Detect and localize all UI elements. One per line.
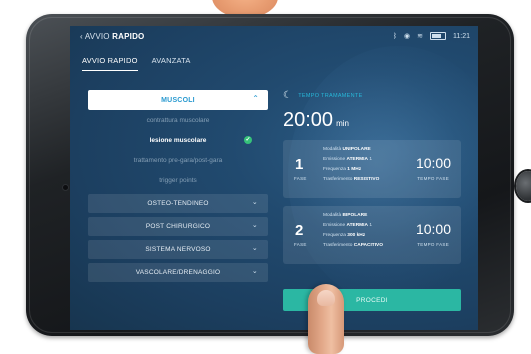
status-time: 11:21 bbox=[453, 32, 470, 40]
phase-card-1: 1 FASE Modalità UNIPOLARE Emissione ATER… bbox=[283, 140, 461, 198]
list-item-label: trigger points bbox=[159, 176, 197, 184]
check-icon: ✓ bbox=[244, 136, 252, 144]
mode-prefix: Modalità bbox=[323, 147, 342, 152]
emission-level: 1 bbox=[369, 223, 372, 228]
back-button[interactable]: ‹ AVVIO RAPIDO bbox=[80, 32, 144, 41]
category-label: VASCOLARE/DRENAGGIO bbox=[135, 269, 221, 276]
muscoli-dropdown[interactable]: MUSCOLI ⌃ bbox=[88, 90, 268, 110]
emission-level: 1 bbox=[369, 157, 372, 162]
phase-time: 10:00 bbox=[415, 221, 451, 237]
transfer-prefix: Trasferimento bbox=[323, 177, 353, 182]
mode-value: UNIPOLARE bbox=[342, 147, 371, 152]
phase-number-label: FASE bbox=[294, 176, 307, 181]
tab-avanzata[interactable]: AVANZATA bbox=[152, 56, 191, 71]
category-list: MUSCOLI ⌃ contrattura muscolare lesione … bbox=[88, 90, 268, 282]
finger-pointer bbox=[308, 284, 344, 354]
phase-details: Modalità BIPOLARE Emissione ATERMIA 1 Fr… bbox=[323, 211, 383, 251]
dropdown-label: MUSCOLI bbox=[161, 96, 195, 104]
phase-time: 10:00 bbox=[415, 155, 451, 171]
mode-prefix: Modalità bbox=[323, 213, 342, 218]
category-post-chirurgico[interactable]: POST CHIRURGICO ⌄ bbox=[88, 217, 268, 236]
freq-prefix: Frequenza bbox=[323, 233, 346, 238]
total-time: 20:00 min bbox=[283, 109, 461, 132]
record-icon: ◉ bbox=[404, 33, 411, 40]
emission-value: ATERMIA bbox=[346, 157, 368, 162]
proceed-label: PROCEDI bbox=[356, 296, 388, 304]
category-label: SISTEMA NERVOSO bbox=[145, 246, 211, 253]
total-time-header: ☾ TEMPO TRAMAMENTE bbox=[283, 90, 461, 101]
total-time-label: TEMPO TRAMAMENTE bbox=[298, 92, 363, 99]
transfer-value: RESISTIVO bbox=[353, 177, 380, 182]
freq-prefix: Frequenza bbox=[323, 167, 346, 172]
list-item-contrattura[interactable]: contrattura muscolare bbox=[88, 110, 268, 130]
total-time-unit: min bbox=[336, 119, 349, 128]
back-title: RAPIDO bbox=[112, 32, 145, 41]
chevron-down-icon: ⌄ bbox=[251, 199, 258, 206]
tab-avvio-rapido[interactable]: AVVIO RAPIDO bbox=[82, 56, 138, 71]
freq-value: 1 MHz bbox=[347, 167, 362, 172]
category-sistema-nervoso[interactable]: SISTEMA NERVOSO ⌄ bbox=[88, 240, 268, 259]
app-screen: ‹ AVVIO RAPIDO ᛒ ◉ ≋ 11:21 AVVIO RAPIDO … bbox=[70, 26, 478, 330]
moon-icon: ☾ bbox=[283, 90, 293, 101]
home-button[interactable] bbox=[516, 171, 531, 201]
category-osteo-tendineo[interactable]: OSTEO-TENDINEO ⌄ bbox=[88, 194, 268, 213]
category-label: OSTEO-TENDINEO bbox=[147, 200, 209, 207]
chevron-up-icon: ⌃ bbox=[252, 94, 259, 103]
phase-details: Modalità UNIPOLARE Emissione ATERMIA 1 F… bbox=[323, 145, 379, 185]
phase-card-2: 2 FASE Modalità BIPOLARE Emissione ATERM… bbox=[283, 206, 461, 264]
battery-icon bbox=[430, 32, 446, 40]
chevron-down-icon: ⌄ bbox=[251, 245, 258, 252]
chevron-down-icon: ⌄ bbox=[251, 222, 258, 229]
wifi-icon: ≋ bbox=[417, 33, 423, 40]
chevron-left-icon: ‹ bbox=[80, 32, 83, 41]
category-label: POST CHIRURGICO bbox=[145, 223, 211, 230]
fingernail bbox=[317, 290, 335, 306]
phase-number-label: FASE bbox=[294, 242, 307, 247]
list-item-label: contrattura muscolare bbox=[146, 116, 210, 124]
chevron-down-icon: ⌄ bbox=[251, 268, 258, 275]
camera-icon bbox=[63, 185, 68, 190]
back-prefix: AVVIO bbox=[84, 32, 110, 41]
freq-value: 300 kHz bbox=[347, 233, 366, 238]
list-item-trigger[interactable]: trigger points bbox=[88, 170, 268, 190]
mode-tabs: AVVIO RAPIDO AVANZATA bbox=[82, 56, 191, 71]
transfer-value: CAPACITIVO bbox=[353, 243, 383, 248]
emission-value: ATERMIA bbox=[346, 223, 368, 228]
transfer-prefix: Trasferimento bbox=[323, 243, 353, 248]
emission-prefix: Emissione bbox=[323, 157, 346, 162]
emission-prefix: Emissione bbox=[323, 223, 346, 228]
list-item-lesione[interactable]: lesione muscolare ✓ bbox=[88, 130, 268, 150]
phase-time-label: TEMPO FASE bbox=[417, 176, 449, 181]
list-item-label: trattamento pre-gara/post-gara bbox=[133, 156, 223, 164]
list-item-trattamento[interactable]: trattamento pre-gara/post-gara bbox=[88, 150, 268, 170]
category-vascolare-drenaggio[interactable]: VASCOLARE/DRENAGGIO ⌄ bbox=[88, 263, 268, 282]
phase-number: 1 bbox=[295, 156, 304, 173]
phase-time-label: TEMPO FASE bbox=[417, 242, 449, 247]
phase-number: 2 bbox=[295, 222, 304, 239]
bluetooth-icon: ᛒ bbox=[392, 32, 398, 40]
total-time-value: 20:00 bbox=[283, 109, 334, 131]
treatment-summary: ☾ TEMPO TRAMAMENTE 20:00 min 1 FASE Modal… bbox=[283, 90, 461, 264]
status-bar: ‹ AVVIO RAPIDO ᛒ ◉ ≋ 11:21 bbox=[70, 26, 478, 50]
mode-value: BIPOLARE bbox=[342, 213, 368, 218]
list-item-label: lesione muscolare bbox=[149, 136, 207, 144]
